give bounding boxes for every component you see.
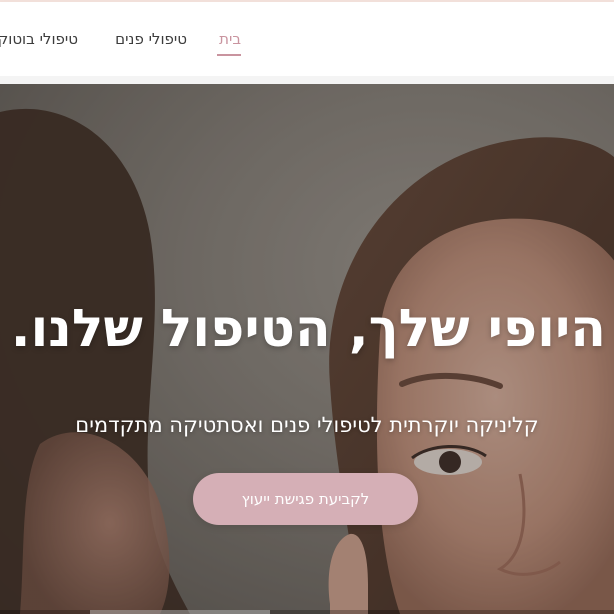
nav-item-botox-treatments[interactable]: טיפולי בוטוקס [0, 30, 78, 48]
hero-section: היופי שלך, הטיפול שלנו. קליניקה יוקרתית … [0, 84, 614, 614]
main-navbar: בית טיפולי פנים טיפולי בוטוקס [0, 2, 614, 76]
nav-active-underline [217, 54, 241, 56]
hero-scrollbar[interactable] [0, 610, 614, 614]
nav-item-facial-treatments[interactable]: טיפולי פנים [115, 30, 187, 48]
page: בית טיפולי פנים טיפולי בוטוקס [0, 0, 614, 614]
book-consultation-button[interactable]: לקביעת פגישת ייעוץ [193, 473, 418, 525]
hero-subtitle: קליניקה יוקרתית לטיפולי פנים ואסתטיקה מת… [75, 413, 539, 437]
nav-item-home[interactable]: בית [219, 30, 241, 48]
navbar-divider [0, 76, 614, 84]
hero-scrollbar-thumb[interactable] [90, 610, 270, 614]
hero-title: היופי שלך, הטיפול שלנו. [10, 299, 606, 359]
